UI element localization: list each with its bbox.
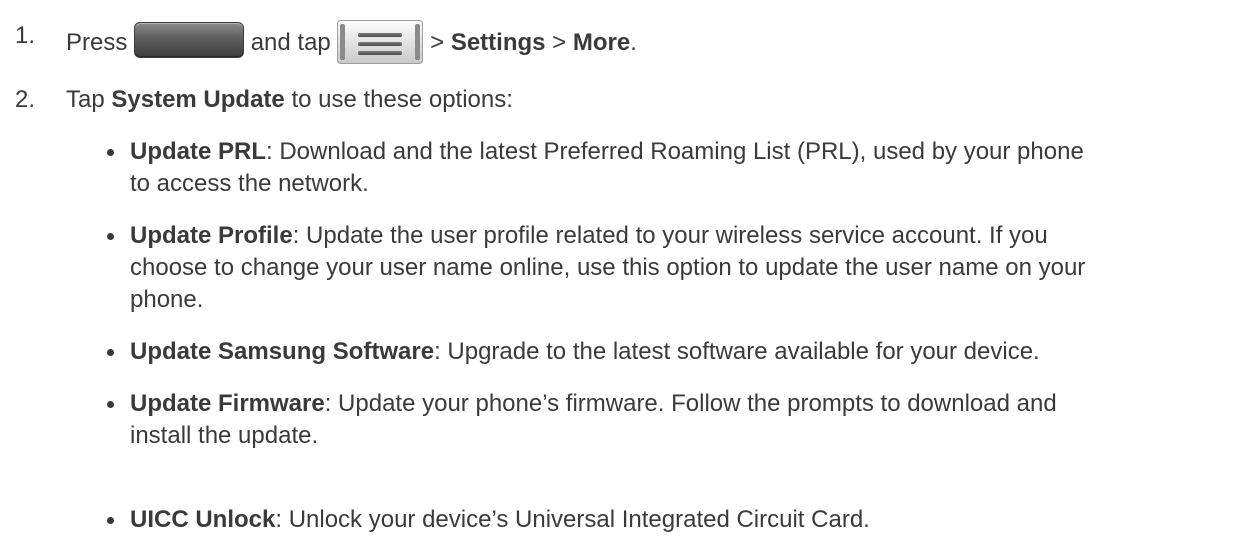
separator: > <box>430 29 445 56</box>
more-label: More <box>572 29 631 56</box>
option-desc: : Upgrade to the latest software availab… <box>434 338 1040 365</box>
option-desc: : Update the user profile related to you… <box>292 222 1048 249</box>
option-desc: : Unlock your device’s Universal Integra… <box>275 506 870 533</box>
option-text: UICC Unlock: Unlock your device’s Univer… <box>130 504 1230 536</box>
separator: > <box>552 29 567 56</box>
option-term: Update Samsung Software <box>130 338 435 365</box>
bullet-icon <box>107 517 114 524</box>
step-number: 2. <box>15 86 36 113</box>
step-text: Tap System Update to use these options: <box>66 84 513 116</box>
bullet-icon <box>107 349 114 356</box>
step-end: . <box>630 29 637 56</box>
bullet-icon <box>107 149 114 156</box>
bullet-icon <box>107 401 114 408</box>
option-desc: : Download and the latest Preferred Roam… <box>266 138 1084 165</box>
option-text: Update Samsung Software: Upgrade to the … <box>130 336 1230 368</box>
menu-key-icon <box>337 20 424 64</box>
home-key-icon <box>134 22 245 58</box>
step-rest: to use these options: <box>291 86 513 113</box>
option-desc-continued: choose to change your user name online, … <box>130 254 1086 281</box>
step-word: Tap <box>66 86 105 113</box>
step-word: Press <box>66 29 128 56</box>
option-term: UICC Unlock <box>130 506 276 533</box>
settings-label: Settings <box>450 29 546 56</box>
step-number: 1. <box>15 22 36 49</box>
option-term: Update Profile <box>130 222 293 249</box>
option-text: Update Profile: Update the user profile … <box>130 220 1230 316</box>
option-text: Update Firmware: Update your phone’s fir… <box>130 388 1230 452</box>
option-desc-continued: phone. <box>130 286 204 313</box>
option-desc-continued: to access the network. <box>130 170 369 197</box>
bullet-icon <box>107 233 114 240</box>
option-text: Update PRL: Download and the latest Pref… <box>130 136 1230 200</box>
option-desc: : Update your phone’s firmware. Follow t… <box>324 390 1057 417</box>
option-desc-continued: install the update. <box>130 422 319 449</box>
system-update-label: System Update <box>111 86 285 113</box>
step-text: Press and tap > Settings > More. <box>66 20 637 64</box>
step-word: and tap <box>250 29 331 56</box>
option-term: Update Firmware <box>130 390 325 417</box>
option-term: Update PRL <box>130 138 267 165</box>
